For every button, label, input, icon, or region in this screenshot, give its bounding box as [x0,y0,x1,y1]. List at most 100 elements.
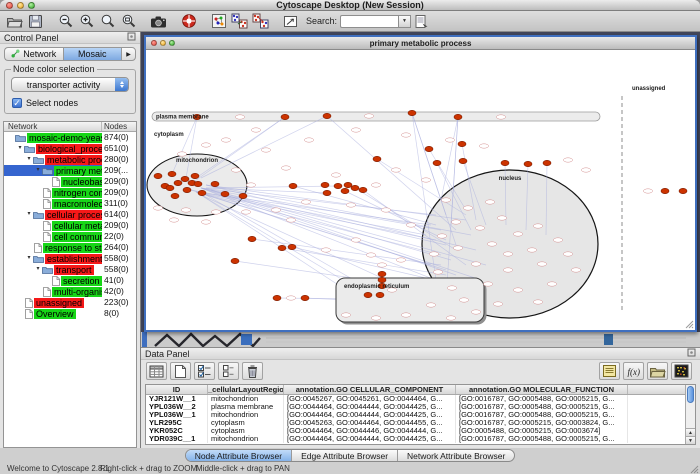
tab-network[interactable]: Network [4,47,63,61]
node[interactable] [341,188,349,193]
node[interactable] [323,190,331,195]
scrollbar-thumb[interactable] [687,386,694,403]
node[interactable] [168,171,176,176]
search-dropdown-button[interactable]: ▼ [398,15,411,28]
new-attribute-button[interactable] [170,362,191,380]
node[interactable] [373,156,381,161]
node[interactable] [376,292,384,297]
tree-expand-icon[interactable]: ▾ [34,165,42,176]
node[interactable] [543,160,551,165]
node[interactable] [459,158,467,163]
node[interactable] [351,185,359,190]
node[interactable] [171,193,179,198]
tree-expand-icon[interactable]: ▾ [25,253,33,264]
node[interactable] [323,113,331,118]
network-canvas[interactable]: plasma membranecytoplasmmitochondrionnuc… [146,50,695,330]
zoom-out-button[interactable] [55,12,76,31]
tree-row-metabolic-process[interactable]: ▾metabolic process280(0) [4,154,136,165]
minimize-window-button[interactable] [17,2,24,9]
tree-row-nitrogen-compo[interactable]: nitrogen compo209(0) [4,187,136,198]
node[interactable] [248,236,256,241]
window-resize-grip-icon[interactable] [689,464,699,474]
tree-column-network[interactable]: Network [4,122,102,131]
function-builder-button[interactable]: f(x) [623,362,644,380]
link-network-button[interactable] [250,12,271,31]
tree-row-primary-metabo[interactable]: ▾primary metabo209(... [4,165,136,176]
node[interactable] [183,187,191,192]
tree-row-secretion[interactable]: secretion41(0) [4,275,136,286]
tree-row-mosaic-demo-yeast[interactable]: mosaic-demo-yeast874(0) [4,132,136,143]
node[interactable] [501,160,509,165]
scroll-up-icon[interactable]: ▲ [686,428,695,436]
copy-network-button[interactable] [229,12,250,31]
float-data-panel-icon[interactable] [687,348,696,359]
tree-row-cell-communicat[interactable]: cell communicat22(0) [4,231,136,242]
node[interactable] [661,188,669,193]
column-header-id[interactable]: ID [146,385,208,394]
node[interactable] [458,141,466,146]
table-row-yjr121w-1[interactable]: YJR121W__1mitochondrion[GO:0045267, GO:0… [146,395,685,403]
tree-row-nucleobase[interactable]: nucleobase-209(0) [4,176,136,187]
node[interactable] [359,187,367,192]
node[interactable] [278,245,286,250]
open-session-button[interactable] [4,12,25,31]
node[interactable] [231,258,239,263]
unselect-attributes-button[interactable] [218,362,239,380]
tab-network-attribute-browser[interactable]: Network Attribute Browser [398,450,514,461]
tree-row-establishment-of-lo[interactable]: ▾establishment of lo558(0) [4,253,136,264]
node[interactable] [301,295,309,300]
tree-row-transport[interactable]: ▾transport558(0) [4,264,136,275]
edge[interactable] [201,116,327,178]
node[interactable] [166,185,174,190]
node[interactable] [221,191,229,196]
column-header-annotation-go-cellular-component[interactable]: annotation.GO CELLULAR_COMPONENT [284,385,456,394]
node[interactable] [344,182,352,187]
node[interactable] [174,180,182,185]
zoom-selected-region-button[interactable] [118,12,139,31]
scroll-down-icon[interactable]: ▼ [686,436,695,444]
tree-expand-icon[interactable]: ▾ [34,264,42,275]
select-nodes-checkbox[interactable]: ✓ [12,98,22,108]
node[interactable] [181,176,189,181]
zoom-fit-button[interactable] [97,12,118,31]
node[interactable] [408,110,416,115]
node[interactable] [194,181,202,186]
node[interactable] [378,277,386,282]
attribute-table-scrollbar[interactable]: ▲ ▼ [685,385,695,444]
tree-expand-icon[interactable]: ▾ [25,154,33,165]
help-button[interactable] [178,12,199,31]
network-overview-button[interactable] [208,12,229,31]
node[interactable] [273,295,281,300]
search-options-button[interactable] [411,12,432,31]
tree-column-nodes[interactable]: Nodes [102,122,136,131]
import-attributes-button[interactable] [647,362,668,380]
window-titlebar[interactable]: Cytoscape Desktop (New Session) [0,0,700,11]
edge[interactable] [377,159,466,215]
node-color-dropdown[interactable]: transporter activity [11,77,129,92]
network-graph[interactable]: plasma membranecytoplasmmitochondrionnuc… [146,50,695,330]
tree-row-overview[interactable]: Overview8(0) [4,308,136,319]
node[interactable] [281,114,289,119]
table-row-ykr052c[interactable]: YKR052Ccytoplasm[GO:0044464, GO:0044446,… [146,427,685,435]
frame-minimize-button[interactable] [160,40,166,46]
edge[interactable] [191,190,431,265]
snapshot-button[interactable] [148,12,169,31]
frame-zoom-button[interactable] [169,40,175,46]
node[interactable] [433,160,441,165]
edge[interactable] [252,239,441,265]
frame-close-button[interactable] [151,40,157,46]
node[interactable] [191,173,199,178]
zoom-in-button[interactable] [76,12,97,31]
node[interactable] [425,146,433,151]
tab-overflow-button[interactable]: ▶ [121,47,136,61]
close-window-button[interactable] [6,2,13,9]
frame-resize-grip-icon[interactable] [684,319,694,329]
column-header-annotation-go-molecular-function[interactable]: annotation.GO MOLECULAR_FUNCTION [456,385,628,394]
table-row-ypl036w-2[interactable]: YPL036W__2plasma membrane[GO:0044464, GO… [146,403,685,411]
select-attributes-button[interactable] [194,362,215,380]
table-row-ypl036w-1[interactable]: YPL036W__1mitochondrion[GO:0044464, GO:0… [146,411,685,419]
table-row-ylr295c[interactable]: YLR295Ccytoplasm[GO:0045263, GO:0044464,… [146,419,685,427]
attribute-table-button[interactable] [146,362,167,380]
tree-row-unassigned[interactable]: unassigned223(0) [4,297,136,308]
tab-edge-attribute-browser[interactable]: Edge Attribute Browser [292,450,398,461]
